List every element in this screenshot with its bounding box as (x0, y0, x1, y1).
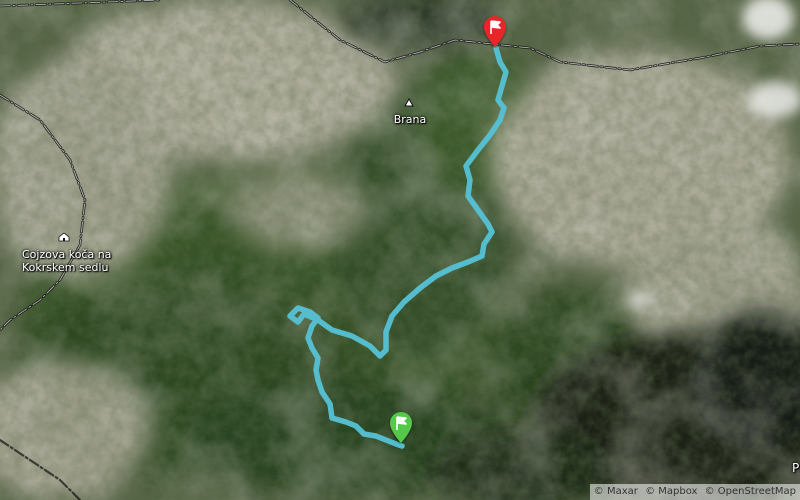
map-attribution: © Maxar © Mapbox © OpenStreetMap (589, 484, 800, 500)
map-view[interactable]: Brana Cojzova koča na Kokrskem sedlu P ©… (0, 0, 800, 500)
route-line[interactable] (287, 45, 509, 449)
summit-label: Brana (393, 113, 427, 126)
end-marker[interactable] (482, 14, 508, 48)
summit-peak-icon (404, 98, 414, 107)
attribution-maxar[interactable]: © Maxar (594, 486, 638, 497)
attribution-osm[interactable]: © OpenStreetMap (705, 486, 796, 497)
mountain-hut-icon (58, 232, 70, 242)
attribution-mapbox[interactable]: © Mapbox (645, 486, 697, 497)
hut-label-line2: Kokrskem sedlu (22, 261, 109, 274)
start-marker[interactable] (388, 410, 414, 444)
partial-place-label: P (792, 461, 800, 475)
hut-label: Cojzova koča na Kokrskem sedlu (22, 248, 111, 274)
hut-label-line1: Cojzova koča na (22, 248, 112, 261)
